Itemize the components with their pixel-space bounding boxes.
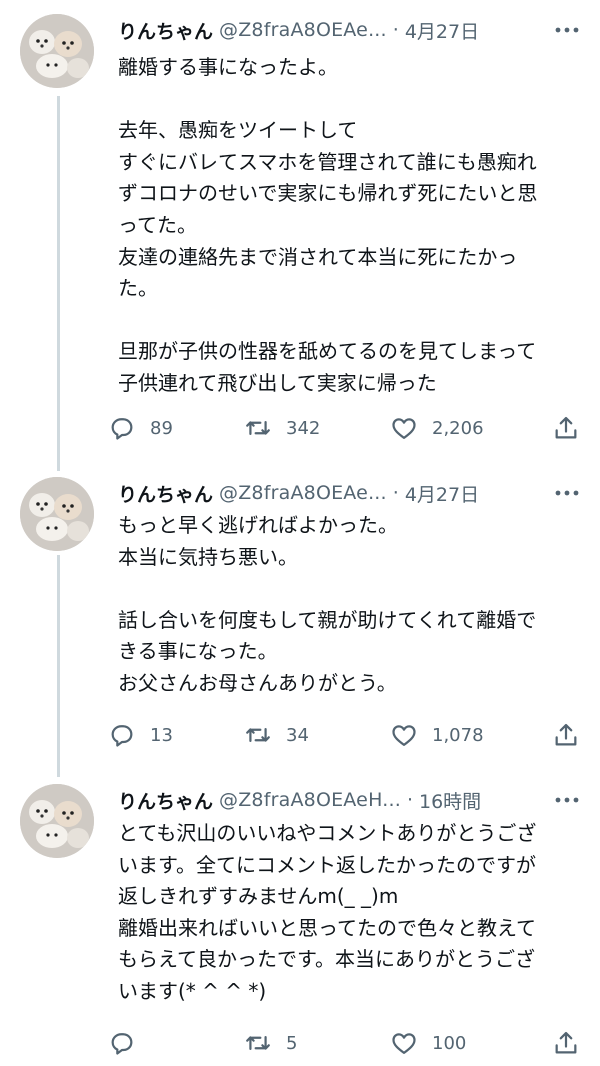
timestamp[interactable]: 16時間	[419, 787, 481, 814]
reply-button[interactable]	[108, 1023, 150, 1063]
tweet-line: もらえて良かったです。本当にありがとうござ	[118, 947, 535, 972]
thread-line	[57, 555, 60, 777]
tweet-actions: 13 34 1,078	[108, 715, 588, 755]
share-button[interactable]	[552, 408, 594, 448]
tweet-actions: 89 342 2,206	[108, 408, 588, 448]
reply-count: 13	[150, 724, 173, 746]
tweet-line: ってた。	[118, 212, 197, 237]
tweet-line: もっと早く逃げればよかった。	[118, 513, 398, 537]
tweet-header: りんちゃん @Z8fraA8OEAe... · 4月27日	[118, 14, 479, 46]
tweet-line	[118, 305, 580, 337]
more-icon[interactable]	[554, 790, 580, 810]
tweet-line: います。全てにコメント返したかったのですが	[118, 852, 536, 877]
retweet-count: 5	[286, 1032, 298, 1054]
user-handle[interactable]: @Z8fraA8OEAe...	[219, 19, 387, 41]
timestamp[interactable]: 4月27日	[405, 480, 479, 507]
avatar[interactable]	[20, 784, 94, 858]
tweet-text: もっと早く逃げればよかった。 本当に気持ち悪い。 話し合いを何度もして親が助けて…	[118, 510, 580, 700]
tweet-line: 子供連れて飛び出して実家に帰った	[118, 370, 437, 395]
display-name[interactable]: りんちゃん	[118, 787, 213, 814]
separator-dot: ·	[392, 482, 399, 504]
tweet-line	[118, 573, 580, 605]
share-button[interactable]	[552, 1023, 594, 1063]
more-icon[interactable]	[554, 483, 580, 503]
tweet-line: 離婚する事になったよ。	[118, 55, 338, 79]
reply-button[interactable]: 13	[108, 715, 173, 755]
reply-count: 89	[150, 417, 173, 439]
tweet-line	[118, 84, 580, 116]
tweet-line: きる事になった。	[118, 639, 278, 664]
tweet-header: りんちゃん @Z8fraA8OEAe... · 4月27日	[118, 477, 479, 509]
display-name[interactable]: りんちゃん	[118, 480, 213, 507]
display-name[interactable]: りんちゃん	[118, 17, 213, 44]
retweet-icon	[244, 1029, 272, 1057]
tweet-text: 離婚する事になったよ。 去年、愚痴をツイートして すぐにバレてスマホを管理されて…	[118, 52, 580, 400]
tweet-line: 離婚出来ればいいと思ってたので色々と教えて	[118, 915, 536, 940]
like-button[interactable]: 100	[390, 1023, 466, 1063]
tweet-line: お父さんお母さんありがとう。	[118, 670, 397, 695]
tweet-line: た。	[118, 276, 158, 301]
tweet-line: 友達の連絡先まで消されて本当に死にたかっ	[118, 244, 518, 269]
tweet-actions: 5 100	[108, 1023, 588, 1063]
like-button[interactable]: 2,206	[390, 408, 484, 448]
tweet-line: 話し合いを何度もして親が助けてくれて離婚で	[118, 607, 537, 632]
tweet-line: ずコロナのせいで実家にも帰れず死にたいと思	[118, 181, 538, 206]
reply-icon	[108, 721, 136, 749]
retweet-button[interactable]: 5	[244, 1023, 297, 1063]
retweet-count: 34	[286, 724, 309, 746]
avatar[interactable]	[20, 477, 94, 551]
separator-dot: ·	[392, 19, 399, 41]
user-handle[interactable]: @Z8fraA8OEAe...	[219, 482, 387, 504]
separator-dot: ·	[406, 789, 413, 811]
retweet-icon	[244, 721, 272, 749]
retweet-button[interactable]: 342	[244, 408, 320, 448]
retweet-icon	[244, 414, 272, 442]
tweet-text: とても沢山のいいねやコメントありがとうござ います。全てにコメント返したかったの…	[118, 818, 580, 1008]
avatar[interactable]	[20, 14, 94, 88]
like-count: 100	[432, 1032, 467, 1054]
tweet-line: 旦那が子供の性器を舐めてるのを見てしまって	[118, 339, 537, 364]
share-icon	[552, 1029, 580, 1057]
like-count: 2,206	[432, 417, 484, 439]
retweet-count: 342	[286, 417, 321, 439]
tweet-line: すぐにバレてスマホを管理されて誰にも愚痴れ	[118, 149, 537, 174]
tweet-line: とても沢山のいいねやコメントありがとうござ	[118, 821, 537, 845]
timestamp[interactable]: 4月27日	[405, 17, 479, 44]
share-button[interactable]	[552, 715, 594, 755]
heart-icon	[390, 1029, 418, 1057]
tweet-header: りんちゃん @Z8fraA8OEAeH... · 16時間	[118, 784, 481, 816]
like-count: 1,078	[432, 724, 484, 746]
reply-icon	[108, 1029, 136, 1057]
retweet-button[interactable]: 34	[244, 715, 309, 755]
heart-icon	[390, 721, 418, 749]
dogs-avatar-image	[20, 477, 94, 551]
more-icon[interactable]	[554, 20, 580, 40]
reply-icon	[108, 414, 136, 442]
heart-icon	[390, 414, 418, 442]
reply-button[interactable]: 89	[108, 408, 173, 448]
share-icon	[552, 414, 580, 442]
user-handle[interactable]: @Z8fraA8OEAeH...	[219, 789, 401, 811]
tweet-line: います(* ^ ^ *)	[118, 978, 267, 1003]
tweet-line: 本当に気持ち悪い。	[118, 544, 298, 569]
dogs-avatar-image	[20, 784, 94, 858]
share-icon	[552, 721, 580, 749]
tweet-line: 去年、愚痴をツイートして	[118, 118, 358, 143]
thread-line	[57, 96, 60, 471]
dogs-avatar-image	[20, 14, 94, 88]
like-button[interactable]: 1,078	[390, 715, 484, 755]
tweet-line: 返しきれずすみませんm(_ _)m	[118, 884, 399, 909]
